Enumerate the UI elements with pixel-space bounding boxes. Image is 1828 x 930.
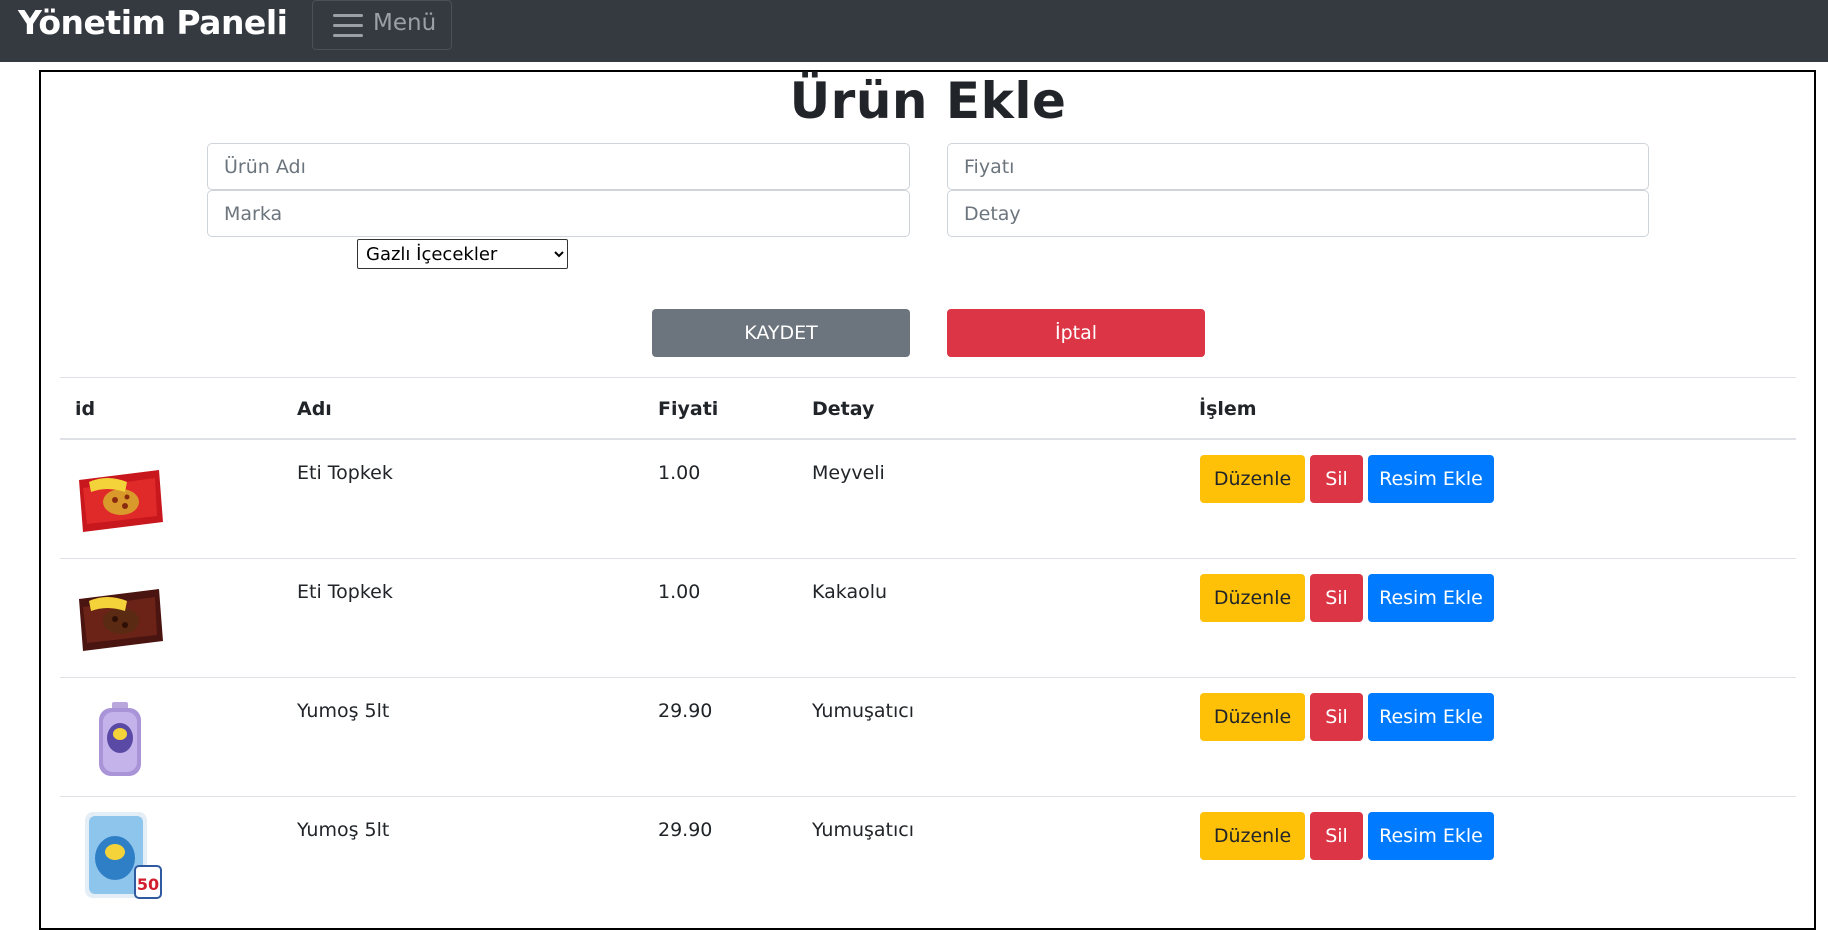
brand-title[interactable]: Yönetim Paneli	[18, 0, 288, 48]
product-detail: Yumuşatıcı	[812, 700, 915, 722]
detail-input[interactable]	[947, 190, 1649, 237]
product-name: Yumoş 5lt	[297, 700, 390, 722]
product-price: 29.90	[658, 700, 713, 722]
yumos-purple-bottle-image	[99, 702, 141, 776]
delete-button[interactable]: Sil	[1310, 693, 1363, 741]
edit-button[interactable]: Düzenle	[1200, 812, 1305, 860]
header-price: Fiyati	[658, 398, 719, 420]
table-row: 50 Yumoş 5lt 29.90 Yumuşatıcı Düzenle Si…	[60, 797, 1796, 916]
product-name: Eti Topkek	[297, 581, 393, 603]
topkek-fruit-image	[79, 470, 163, 532]
edit-button[interactable]: Düzenle	[1200, 455, 1305, 503]
add-image-button[interactable]: Resim Ekle	[1368, 455, 1494, 503]
menu-label: Menü	[373, 10, 437, 36]
header-id: id	[75, 398, 96, 420]
cancel-button[interactable]: İptal	[947, 309, 1205, 357]
delete-button[interactable]: Sil	[1310, 455, 1363, 503]
yumos-blue-bottle-image: 50	[85, 812, 162, 899]
header-name: Adı	[297, 398, 332, 420]
add-image-button[interactable]: Resim Ekle	[1368, 812, 1494, 860]
product-price: 1.00	[658, 581, 701, 603]
form-divider	[60, 377, 1796, 378]
add-image-button[interactable]: Resim Ekle	[1368, 693, 1494, 741]
add-image-button[interactable]: Resim Ekle	[1368, 574, 1494, 622]
hamburger-icon	[333, 14, 363, 38]
product-detail: Meyveli	[812, 462, 885, 484]
product-name: Eti Topkek	[297, 462, 393, 484]
brand-input[interactable]	[207, 190, 910, 237]
table-row: Eti Topkek 1.00 Kakaolu Düzenle Sil Resi…	[60, 559, 1796, 678]
product-detail: Kakaolu	[812, 581, 888, 603]
product-name: Yumoş 5lt	[297, 819, 390, 841]
product-detail: Yumuşatıcı	[812, 819, 915, 841]
price-input[interactable]	[947, 143, 1649, 190]
table-row: Eti Topkek 1.00 Meyveli Düzenle Sil Resi…	[60, 440, 1796, 559]
delete-button[interactable]: Sil	[1310, 812, 1363, 860]
header-actions: İşlem	[1199, 398, 1257, 420]
table-row: Yumoş 5lt 29.90 Yumuşatıcı Düzenle Sil R…	[60, 678, 1796, 797]
page-title: Ürün Ekle	[789, 72, 1067, 130]
badge-number: 50	[137, 875, 159, 894]
delete-button[interactable]: Sil	[1310, 574, 1363, 622]
category-select[interactable]: Gazlı İçecekler	[357, 239, 568, 269]
top-navbar: Yönetim Paneli Menü	[0, 0, 1828, 62]
product-name-input[interactable]	[207, 143, 910, 190]
edit-button[interactable]: Düzenle	[1200, 574, 1305, 622]
header-detail: Detay	[812, 398, 875, 420]
product-price: 29.90	[658, 819, 713, 841]
save-button[interactable]: KAYDET	[652, 309, 910, 357]
edit-button[interactable]: Düzenle	[1200, 693, 1305, 741]
topkek-cocoa-image	[79, 589, 163, 651]
product-price: 1.00	[658, 462, 701, 484]
menu-toggle-button[interactable]: Menü	[312, 0, 452, 50]
